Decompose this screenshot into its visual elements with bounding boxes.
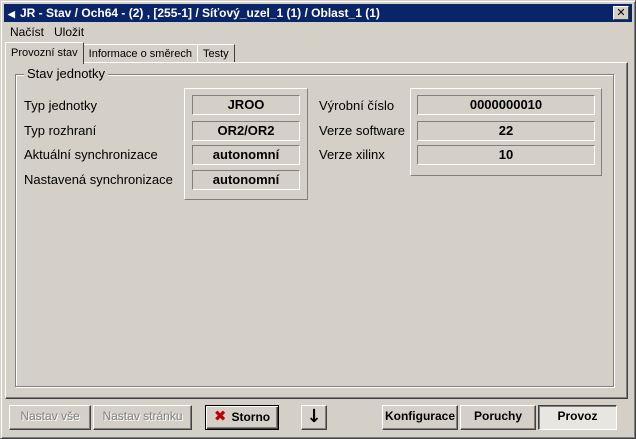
tab-strip: Provozní stav Informace o směrech Testy (5, 42, 235, 64)
main-window: ◀ JR - Stav / Och64 - (2) , [255-1] / Síť… (0, 0, 636, 439)
close-button[interactable]: ✕ (613, 6, 629, 20)
configuration-button[interactable]: Konfigurace (382, 405, 458, 430)
set-sync-label: Nastavená synchronizace (24, 172, 173, 187)
window-arrow-icon: ◀ (8, 9, 15, 19)
tab-operating-status[interactable]: Provozní stav (5, 42, 84, 64)
unit-type-value: JROO (192, 95, 300, 115)
set-sync-value: autonomní (192, 170, 300, 190)
cancel-button[interactable]: ✖ Storno (205, 405, 279, 430)
red-x-icon: ✖ (213, 407, 227, 425)
tab-panel: Stav jednotky Typ jednotky JROO Typ rozh… (5, 62, 628, 399)
interface-type-value: OR2/OR2 (192, 121, 300, 141)
software-version-value: 22 (417, 121, 595, 141)
operation-button[interactable]: Provoz (538, 405, 617, 430)
window-title: JR - Stav / Och64 - (2) , [255-1] / Síťo… (20, 6, 380, 20)
serial-number-value: 0000000010 (417, 95, 595, 115)
set-all-button[interactable]: Nastav vše (9, 405, 91, 430)
menu-load[interactable]: Načíst (5, 23, 49, 41)
unit-status-group: Stav jednotky Typ jednotky JROO Typ rozh… (15, 66, 614, 387)
software-version-label: Verze software (319, 123, 405, 138)
cancel-label: Storno (231, 410, 271, 424)
set-page-button[interactable]: Nastav stránku (93, 405, 192, 430)
serial-number-label: Výrobní číslo (319, 98, 395, 113)
down-arrow-icon: ↓ (306, 406, 322, 427)
title-bar[interactable]: ◀ JR - Stav / Och64 - (2) , [255-1] / Síť… (4, 4, 632, 22)
xilinx-version-label: Verze xilinx (319, 147, 385, 162)
faults-button[interactable]: Poruchy (460, 405, 536, 430)
tab-tests[interactable]: Testy (196, 44, 235, 63)
unit-type-label: Typ jednotky (24, 98, 97, 113)
current-sync-label: Aktuální synchronizace (24, 147, 158, 162)
current-sync-value: autonomní (192, 145, 300, 165)
menu-bar: Načíst Uložit (5, 23, 89, 41)
tab-direction-info[interactable]: Informace o směrech (82, 44, 198, 63)
xilinx-version-value: 10 (417, 145, 595, 165)
menu-save[interactable]: Uložit (49, 23, 89, 41)
interface-type-label: Typ rozhraní (24, 123, 97, 138)
button-bar: Nastav vše Nastav stránku ✖ Storno ↓ Konf… (5, 402, 633, 436)
group-title: Stav jednotky (24, 66, 109, 82)
scroll-down-button[interactable]: ↓ (301, 405, 327, 430)
